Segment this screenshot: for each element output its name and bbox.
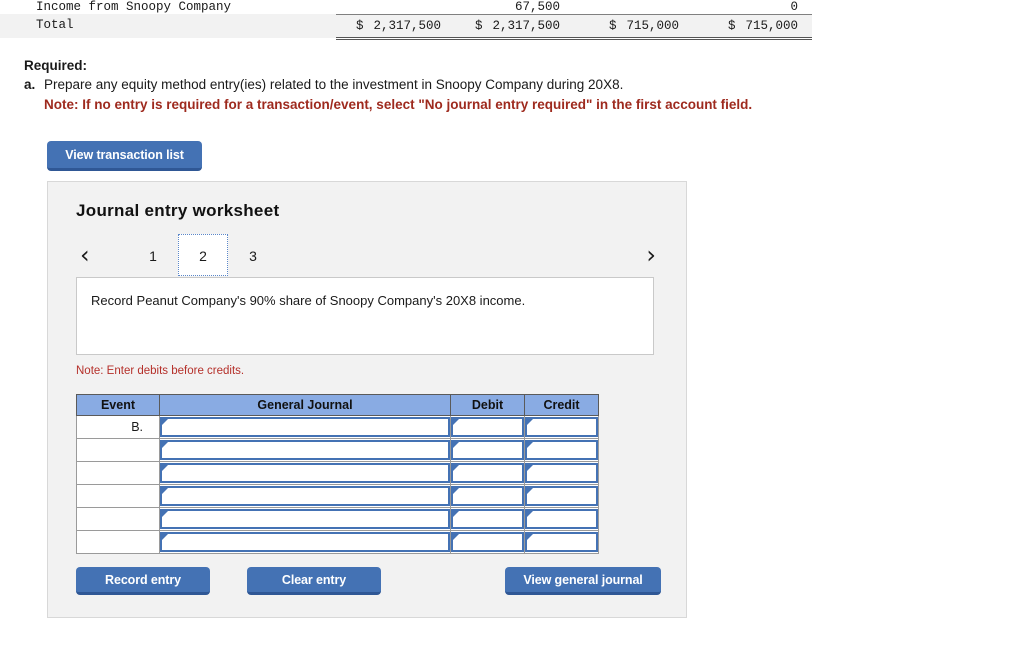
debit-cell[interactable]: [450, 438, 525, 462]
income-statement-table-fragment: Income from Snoopy Company 67,500 0 Tota…: [0, 0, 812, 40]
journal-entry-table: Event General Journal Debit Credit B.: [76, 394, 599, 554]
credit-cell[interactable]: [524, 530, 599, 554]
currency-symbol: $: [727, 18, 736, 33]
event-cell: B.: [76, 415, 160, 439]
panel-title: Journal entry worksheet: [76, 201, 280, 220]
required-heading: Required:: [24, 58, 88, 73]
record-entry-button[interactable]: Record entry: [76, 567, 210, 595]
general-journal-cell[interactable]: [159, 484, 451, 508]
cell-value: 67,500: [455, 0, 574, 15]
event-cell: [76, 530, 160, 554]
debit-cell[interactable]: [450, 484, 525, 508]
credit-input[interactable]: [525, 463, 598, 483]
credit-input[interactable]: [525, 532, 598, 552]
amount: 715,000: [626, 18, 679, 33]
column-header-credit: Credit: [524, 394, 599, 416]
general-journal-cell[interactable]: [159, 415, 451, 439]
event-cell: [76, 507, 160, 531]
credit-input[interactable]: [525, 509, 598, 529]
credit-cell[interactable]: [524, 438, 599, 462]
credit-input[interactable]: [525, 486, 598, 506]
credit-input[interactable]: [525, 440, 598, 460]
view-general-journal-button[interactable]: View general journal: [505, 567, 661, 595]
table-row-total: Total $2,317,500 $2,317,500 $715,000 $71…: [0, 14, 812, 40]
table-header-row: Event General Journal Debit Credit: [76, 394, 599, 416]
account-select-field[interactable]: [160, 532, 450, 552]
table-row: [76, 438, 599, 462]
row-label: Income from Snoopy Company: [0, 0, 336, 14]
page-tab-2[interactable]: 2: [178, 234, 228, 276]
debit-input[interactable]: [451, 486, 524, 506]
total-label: Total: [0, 14, 336, 38]
page-number-list: 1 2 3: [128, 234, 278, 276]
cell-value: [574, 0, 693, 15]
chevron-right-icon[interactable]: ›: [646, 238, 656, 272]
view-transaction-list-button[interactable]: View transaction list: [47, 141, 202, 171]
total-cell: $2,317,500: [455, 14, 574, 40]
table-row: [76, 507, 599, 531]
total-cell: $2,317,500: [336, 14, 455, 40]
general-journal-cell[interactable]: [159, 530, 451, 554]
debit-cell[interactable]: [450, 415, 525, 439]
table-row: [76, 530, 599, 554]
column-header-general-journal: General Journal: [159, 394, 451, 416]
debit-cell[interactable]: [450, 507, 525, 531]
event-cell: [76, 484, 160, 508]
event-cell: [76, 438, 160, 462]
credit-cell[interactable]: [524, 484, 599, 508]
general-journal-cell[interactable]: [159, 461, 451, 485]
table-row: B.: [76, 415, 599, 439]
event-cell: [76, 461, 160, 485]
cell-value: [336, 0, 455, 15]
total-cell: $715,000: [693, 14, 812, 40]
debit-input[interactable]: [451, 509, 524, 529]
transaction-description: Record Peanut Company's 90% share of Sno…: [76, 277, 654, 355]
general-journal-cell[interactable]: [159, 507, 451, 531]
debit-input[interactable]: [451, 417, 524, 437]
credit-cell[interactable]: [524, 461, 599, 485]
account-select-field[interactable]: [160, 486, 450, 506]
debit-cell[interactable]: [450, 461, 525, 485]
general-journal-cell[interactable]: [159, 438, 451, 462]
column-header-debit: Debit: [450, 394, 525, 416]
required-section: Required: a. Prepare any equity method e…: [24, 56, 984, 114]
clear-entry-button[interactable]: Clear entry: [247, 567, 381, 595]
debits-before-credits-note: Note: Enter debits before credits.: [76, 365, 245, 377]
worksheet-pager: ‹ 1 2 3 ›: [72, 234, 664, 278]
debit-input[interactable]: [451, 463, 524, 483]
account-select-field[interactable]: [160, 440, 450, 460]
required-item-text: Prepare any equity method entry(ies) rel…: [44, 77, 624, 92]
account-select-field[interactable]: [160, 463, 450, 483]
total-cell: $715,000: [574, 14, 693, 40]
table-row-income-from-snoopy: Income from Snoopy Company 67,500 0: [0, 0, 812, 15]
account-select-field[interactable]: [160, 509, 450, 529]
amount: 2,317,500: [373, 18, 441, 33]
credit-input[interactable]: [525, 417, 598, 437]
currency-symbol: $: [355, 18, 364, 33]
required-item-letter: a.: [24, 77, 36, 92]
currency-symbol: $: [608, 18, 617, 33]
debit-cell[interactable]: [450, 530, 525, 554]
credit-cell[interactable]: [524, 507, 599, 531]
cell-value: 0: [693, 0, 812, 15]
required-note: Note: If no entry is required for a tran…: [44, 97, 753, 112]
page-tab-1[interactable]: 1: [128, 234, 178, 276]
amount: 2,317,500: [492, 18, 560, 33]
journal-entry-worksheet-panel: Journal entry worksheet ‹ 1 2 3 › Record…: [47, 181, 687, 618]
accounting-table: Income from Snoopy Company 67,500 0 Tota…: [0, 0, 812, 40]
credit-cell[interactable]: [524, 415, 599, 439]
chevron-left-icon[interactable]: ‹: [80, 238, 90, 272]
debit-input[interactable]: [451, 532, 524, 552]
account-select-field[interactable]: [160, 417, 450, 437]
column-header-event: Event: [76, 394, 160, 416]
debit-input[interactable]: [451, 440, 524, 460]
table-row: [76, 484, 599, 508]
page-tab-3[interactable]: 3: [228, 234, 278, 276]
currency-symbol: $: [474, 18, 483, 33]
table-row: [76, 461, 599, 485]
required-item-a: a. Prepare any equity method entry(ies) …: [24, 75, 984, 94]
amount: 715,000: [745, 18, 798, 33]
